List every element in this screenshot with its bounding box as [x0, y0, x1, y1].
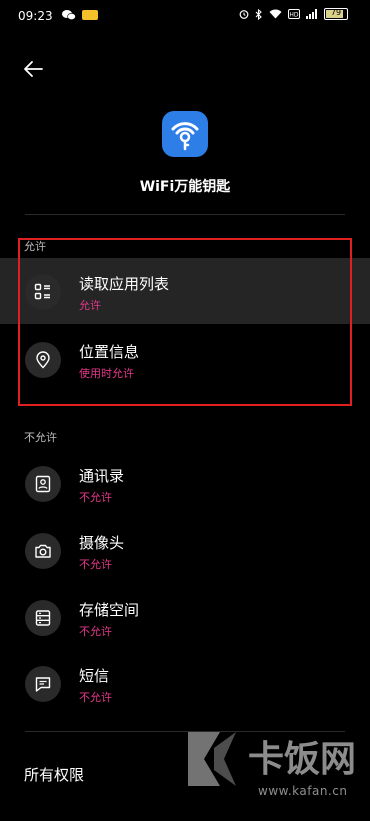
- back-arrow-icon[interactable]: [22, 58, 44, 80]
- permission-row-camera[interactable]: 摄像头 不允许: [0, 517, 370, 583]
- battery-icon: 79: [324, 8, 348, 20]
- watermark-url: www.kafan.cn: [258, 784, 348, 798]
- kafan-logo-icon: [188, 732, 236, 786]
- storage-icon: [25, 600, 61, 636]
- contacts-icon: [25, 466, 61, 502]
- highlight-box: [18, 238, 352, 406]
- status-bar: 09:23 HD 79: [0, 0, 370, 34]
- hd-icon: HD: [288, 9, 300, 19]
- permission-row-storage[interactable]: 存储空间 不允许: [0, 584, 370, 650]
- sms-icon: [25, 666, 61, 702]
- section-label-denied: 不允许: [24, 431, 57, 444]
- app-icon: [162, 111, 208, 157]
- signal-icon: [306, 9, 317, 19]
- permission-status: 不允许: [79, 691, 112, 704]
- notification-badge-icon: [82, 10, 98, 20]
- wechat-icon: [62, 10, 76, 21]
- wifi-icon: [269, 9, 282, 19]
- watermark-brand: 卡饭网: [248, 739, 357, 780]
- svg-text:HD: HD: [289, 12, 299, 19]
- permission-title: 存储空间: [79, 601, 140, 619]
- permission-row-contacts[interactable]: 通讯录 不允许: [0, 450, 370, 516]
- app-name: WiFi万能钥匙: [139, 179, 231, 195]
- alarm-icon: [239, 10, 249, 19]
- all-permissions-link[interactable]: 所有权限: [24, 764, 84, 785]
- divider: [25, 214, 345, 215]
- camera-icon: [25, 533, 61, 569]
- permission-title: 摄像头: [79, 534, 125, 552]
- bluetooth-icon: [255, 8, 262, 20]
- permission-title: 通讯录: [79, 467, 125, 485]
- status-notification-icons: [62, 9, 98, 21]
- watermark: 卡饭网 www.kafan.cn: [180, 726, 370, 816]
- status-system-icons: HD 79: [239, 8, 348, 20]
- permission-status: 不允许: [79, 625, 112, 638]
- permission-status: 不允许: [79, 491, 112, 504]
- permission-status: 不允许: [79, 558, 112, 571]
- permission-row-sms[interactable]: 短信 不允许: [0, 650, 370, 716]
- permission-title: 短信: [79, 667, 110, 685]
- battery-level: 79: [330, 8, 342, 17]
- wifi-key-icon: [171, 122, 199, 151]
- status-time: 09:23: [18, 9, 53, 23]
